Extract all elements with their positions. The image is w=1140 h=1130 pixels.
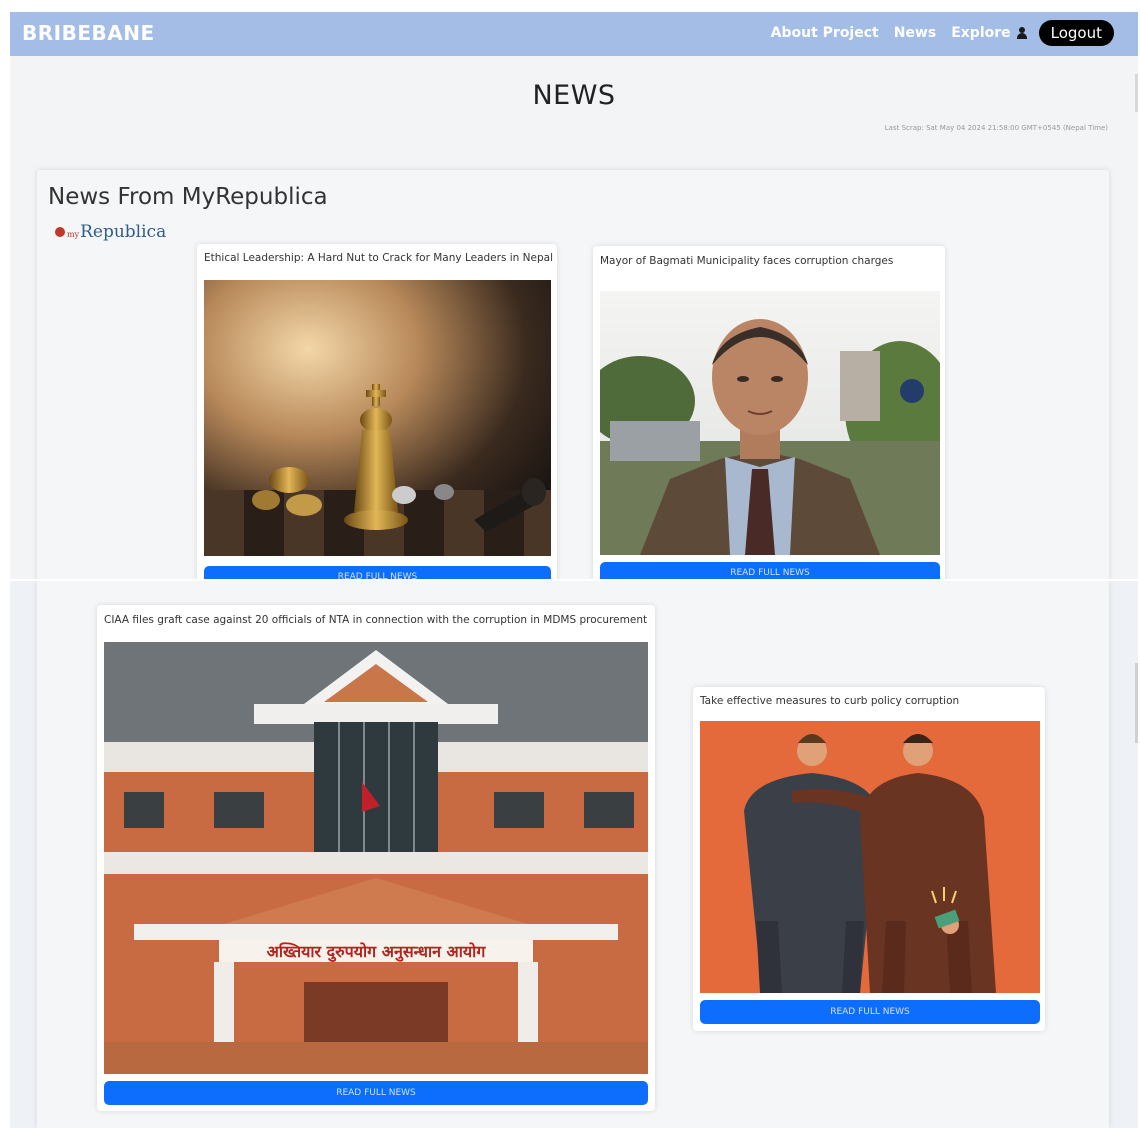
user-icon[interactable]	[1016, 27, 1027, 39]
section-title: News From MyRepublica	[48, 184, 328, 210]
news-card-image-corruption-illustration[interactable]	[700, 721, 1040, 993]
navbar: BRIBEBANE About Project News Explore Log…	[10, 12, 1138, 56]
globe-icon	[55, 227, 65, 237]
news-card: Ethical Leadership: A Hard Nut to Crack …	[197, 244, 557, 579]
nav-explore[interactable]: Explore	[951, 25, 1010, 41]
nav-news[interactable]: News	[894, 25, 936, 41]
news-panel: News From MyRepublica my Republica Ethic…	[37, 170, 1109, 579]
news-card-title[interactable]: Ethical Leadership: A Hard Nut to Crack …	[204, 252, 553, 264]
nav-about-project[interactable]: About Project	[771, 25, 879, 41]
page-title: NEWS	[532, 80, 616, 111]
news-page-bottom: CIAA files graft case against 20 officia…	[10, 581, 1138, 1128]
news-card-image-mayor[interactable]	[600, 291, 940, 555]
news-card-title[interactable]: Mayor of Bagmati Municipality faces corr…	[600, 255, 893, 267]
news-card-title[interactable]: CIAA files graft case against 20 officia…	[104, 614, 647, 626]
read-full-news-button[interactable]: READ FULL NEWS	[600, 562, 940, 579]
read-full-news-button[interactable]: READ FULL NEWS	[204, 566, 551, 579]
nav-links: About Project News Explore Logout	[756, 20, 1114, 46]
myrepublica-logo: my Republica	[55, 222, 166, 242]
scrollbar-thumb[interactable]	[1135, 74, 1138, 112]
news-card-image-chess[interactable]	[204, 280, 551, 556]
scrollbar-thumb[interactable]	[1135, 663, 1138, 743]
logout-button[interactable]: Logout	[1038, 20, 1114, 46]
news-card: Take effective measures to curb policy c…	[693, 687, 1045, 1031]
news-card: Mayor of Bagmati Municipality faces corr…	[593, 246, 945, 579]
news-page-top: BRIBEBANE About Project News Explore Log…	[10, 12, 1138, 579]
news-card-title[interactable]: Take effective measures to curb policy c…	[700, 695, 959, 707]
building-sign-text: अख्तियार दुरुपयोग अनुसन्धान आयोग	[267, 942, 487, 962]
last-scrap-timestamp: Last Scrap: Sat May 04 2024 21:58:00 GMT…	[884, 124, 1108, 132]
brand-logo[interactable]: BRIBEBANE	[22, 21, 155, 45]
read-full-news-button[interactable]: READ FULL NEWS	[104, 1081, 648, 1105]
news-card: CIAA files graft case against 20 officia…	[97, 605, 655, 1111]
news-card-image-ciaa-building[interactable]: अख्तियार दुरुपयोग अनुसन्धान आयोग	[104, 642, 648, 1074]
news-panel: CIAA files graft case against 20 officia…	[37, 581, 1109, 1128]
read-full-news-button[interactable]: READ FULL NEWS	[700, 1000, 1040, 1024]
